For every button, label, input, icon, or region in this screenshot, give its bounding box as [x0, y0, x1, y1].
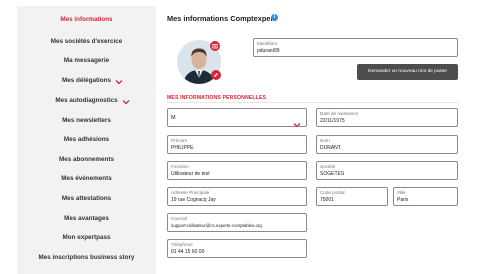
nom-value: DURANT — [320, 145, 341, 151]
sidebar-item-label: Mes délégations — [62, 77, 111, 84]
societe-label: Société — [320, 164, 336, 169]
fonction-label: Fonction — [171, 164, 189, 169]
sidebar-item-mes-informations[interactable]: Mes informations — [17, 16, 156, 24]
sidebar-item-label: Mon expertpass — [62, 234, 111, 241]
request-password-button[interactable]: Demander un nouveau mot de passe — [357, 64, 458, 80]
ville-label: Ville — [397, 190, 406, 195]
chevron-down-icon — [293, 115, 301, 133]
adresse-field[interactable]: Adresse Principale 19 rue Cognacq Jay — [167, 187, 307, 206]
societe-field[interactable]: Société SOGETES — [316, 161, 458, 180]
sidebar-item-avantages[interactable]: Mes avantages — [17, 215, 156, 223]
fonction-field[interactable]: Fonction Utilisateur de test — [167, 161, 307, 180]
sidebar-item-expertpass[interactable]: Mon expertpass — [17, 234, 156, 242]
info-icon[interactable]: i — [271, 14, 278, 21]
sidebar-item-label: Mes abonnements — [59, 156, 114, 163]
sidebar-item-delegations[interactable]: Mes délégations — [17, 77, 156, 85]
prenom-field[interactable]: Prénom PHILIPPE — [167, 135, 307, 154]
chevron-down-icon — [122, 99, 130, 105]
ville-field[interactable]: Ville Paris — [393, 187, 458, 206]
sidebar-item-societes[interactable]: Mes sociétés d'exercice — [17, 38, 156, 46]
sidebar-item-label: Mes avantages — [64, 215, 109, 222]
sidebar-item-label: Mes attestations — [61, 195, 112, 202]
sidebar-item-business-story[interactable]: Mes inscriptions business story — [17, 254, 156, 262]
civilite-select[interactable]: M — [167, 108, 307, 128]
sidebar: Mes informations Mes sociétés d'exercice… — [17, 6, 156, 274]
identifiant-field[interactable]: Identifiant pdurant99 — [253, 38, 458, 57]
ville-value: Paris — [397, 197, 409, 203]
sidebar-item-label: Mes événements — [61, 175, 112, 182]
date-naissance-label: Date de naissance — [320, 111, 359, 116]
societe-value: SOGETES — [320, 171, 345, 177]
sidebar-item-messagerie[interactable]: Ma messagerie — [17, 57, 156, 65]
identifiant-label: Identifiant — [257, 41, 277, 46]
sidebar-item-label: Mes autodiagnostics — [55, 97, 118, 104]
adresse-label: Adresse Principale — [171, 190, 210, 195]
sidebar-item-attestations[interactable]: Mes attestations — [17, 195, 156, 203]
avatar — [177, 40, 221, 84]
sidebar-item-autodiagnostics[interactable]: Mes autodiagnostics — [17, 97, 156, 105]
code-postal-field[interactable]: Code postal 75001 — [316, 187, 388, 206]
telephone-field[interactable]: Téléphone 01 44 15 60 00 — [167, 239, 307, 258]
sidebar-item-label: Mes newsletters — [62, 117, 111, 124]
sidebar-item-evenements[interactable]: Mes événements — [17, 175, 156, 183]
sidebar-item-label: Mes sociétés d'exercice — [50, 38, 123, 45]
courriel-label: Courriel — [171, 216, 188, 221]
date-naissance-value: 22/11/1975 — [320, 118, 345, 124]
nom-label: Nom — [320, 138, 330, 143]
divider — [167, 102, 458, 103]
fonction-value: Utilisateur de test — [171, 171, 210, 177]
nom-field[interactable]: Nom DURANT — [316, 135, 458, 154]
code-postal-label: Code postal — [320, 190, 345, 195]
adresse-value: 19 rue Cognacq Jay — [171, 197, 216, 203]
sidebar-item-label: Ma messagerie — [63, 57, 110, 64]
sidebar-item-label: Mes informations — [60, 16, 113, 23]
sidebar-item-label: Mes adhésions — [63, 136, 110, 143]
section-title: MES INFORMATIONS PERSONNELLES — [167, 95, 267, 101]
sidebar-item-label: Mes inscriptions business story — [38, 254, 135, 261]
chevron-down-icon — [115, 79, 123, 85]
courriel-field[interactable]: Courriel support-utilisateur@cs.experts-… — [167, 213, 307, 232]
edit-icon[interactable] — [211, 70, 221, 80]
prenom-label: Prénom — [171, 138, 188, 143]
civilite-value: M — [171, 115, 176, 121]
camera-icon[interactable] — [210, 41, 220, 51]
page-title: Mes informations Comptexpert — [167, 14, 276, 23]
courriel-value: support-utilisateur@cs.experts-comptable… — [171, 223, 262, 228]
telephone-label: Téléphone — [171, 242, 193, 247]
telephone-value: 01 44 15 60 00 — [171, 249, 205, 255]
prenom-value: PHILIPPE — [171, 145, 194, 151]
date-naissance-field[interactable]: Date de naissance 22/11/1975 — [316, 108, 458, 127]
code-postal-value: 75001 — [320, 197, 334, 203]
identifiant-value: pdurant99 — [257, 48, 280, 54]
sidebar-item-adhesions[interactable]: Mes adhésions — [17, 136, 156, 144]
sidebar-item-abonnements[interactable]: Mes abonnements — [17, 156, 156, 164]
sidebar-item-newsletters[interactable]: Mes newsletters — [17, 117, 156, 125]
